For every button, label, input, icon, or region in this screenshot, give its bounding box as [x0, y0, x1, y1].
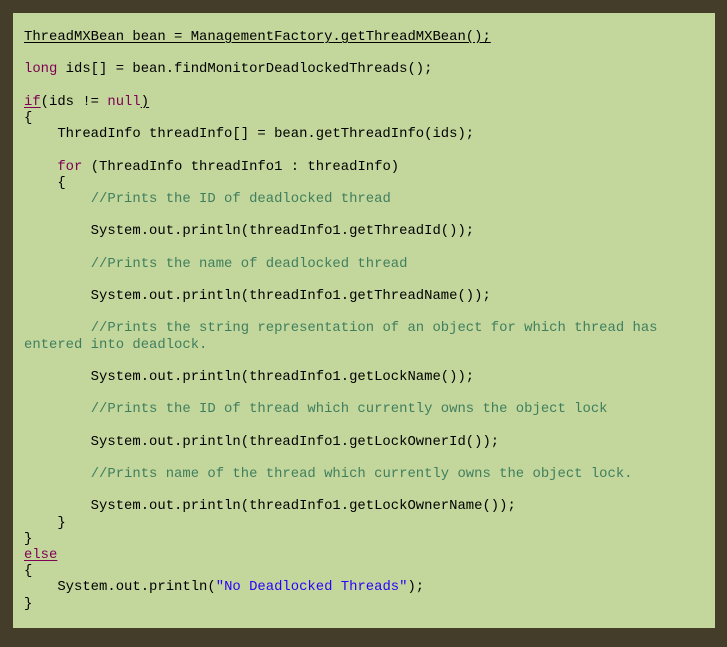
code-text: {	[24, 109, 33, 126]
code-text: }	[24, 514, 66, 531]
code-line-1: ThreadMXBean bean = ManagementFactory.ge…	[24, 29, 715, 45]
code-comment: entered into deadlock.	[24, 336, 208, 353]
code-text: System.out.println(threadInfo1.getThread…	[24, 288, 491, 304]
code-line-36: }	[24, 596, 715, 612]
code-line-32: }	[24, 531, 715, 547]
code-text: {	[24, 174, 66, 191]
code-line-28: //Prints name of the thread which curren…	[24, 466, 715, 482]
keyword-else: else	[24, 547, 58, 563]
code-line-17: System.out.println(threadInfo1.getThread…	[24, 288, 715, 304]
code-line-31: }	[24, 515, 715, 531]
code-line-5: if(ids != null)	[24, 94, 715, 110]
code-text: (ids !=	[40, 93, 108, 110]
code-line-13: System.out.println(threadInfo1.getThread…	[24, 223, 715, 239]
keyword-null: null	[107, 93, 141, 110]
code-comment: //Prints the ID of deadlocked thread	[90, 190, 391, 207]
code-line-33: else	[24, 547, 715, 563]
code-text: );	[407, 579, 425, 596]
code-line-20: entered into deadlock.	[24, 337, 715, 353]
code-text: {	[24, 563, 33, 580]
code-line-9: for (ThreadInfo threadInfo1 : threadInfo…	[24, 159, 715, 175]
code-text: (ThreadInfo threadInfo1 : threadInfo)	[82, 158, 400, 175]
keyword-long: long	[24, 61, 58, 78]
code-text: ids[] = bean.findMonitorDeadlockedThread…	[57, 61, 433, 78]
code-string: "No Deadlocked Threads"	[215, 579, 408, 596]
code-text: }	[24, 530, 33, 547]
code-text: System.out.println(threadInfo1.getLockOw…	[24, 433, 500, 450]
keyword-for: for	[57, 158, 83, 175]
code-text: ThreadInfo threadInfo[] = bean.getThread…	[24, 126, 475, 143]
code-comment: //Prints name of the thread which curren…	[90, 466, 633, 483]
code-line-35: System.out.println("No Deadlocked Thread…	[24, 579, 715, 595]
code-line-30: System.out.println(threadInfo1.getLockOw…	[24, 498, 715, 514]
code-line-26: System.out.println(threadInfo1.getLockOw…	[24, 434, 715, 450]
code-comment: //Prints the string representation of an…	[90, 320, 658, 337]
code-text: )	[140, 93, 150, 110]
code-comment: //Prints the name of deadlocked thread	[90, 255, 408, 272]
code-line-10: {	[24, 175, 715, 191]
code-text: System.out.println(threadInfo1.getThread…	[24, 223, 475, 240]
code-line-22: System.out.println(threadInfo1.getLockNa…	[24, 369, 715, 385]
code-line-15: //Prints the name of deadlocked thread	[24, 256, 715, 272]
code-line-6: {	[24, 110, 715, 126]
code-line-34: {	[24, 563, 715, 579]
code-panel: ThreadMXBean bean = ManagementFactory.ge…	[13, 13, 715, 628]
code-line-3: long ids[] = bean.findMonitorDeadlockedT…	[24, 61, 715, 77]
code-line-7: ThreadInfo threadInfo[] = bean.getThread…	[24, 126, 715, 142]
keyword-if: if	[24, 93, 41, 110]
code-line-11: //Prints the ID of deadlocked thread	[24, 191, 715, 207]
code-line-19: //Prints the string representation of an…	[24, 320, 715, 336]
code-text: ThreadMXBean bean = ManagementFactory.ge…	[24, 29, 491, 45]
code-text: System.out.println(threadInfo1.getLockOw…	[24, 498, 516, 515]
code-text: System.out.println(	[24, 579, 216, 596]
code-text: System.out.println(threadInfo1.getLockNa…	[24, 368, 475, 385]
code-comment: //Prints the ID of thread which currentl…	[90, 401, 608, 418]
code-line-24: //Prints the ID of thread which currentl…	[24, 401, 715, 417]
code-block: ThreadMXBean bean = ManagementFactory.ge…	[24, 29, 715, 612]
code-text: }	[24, 595, 33, 612]
